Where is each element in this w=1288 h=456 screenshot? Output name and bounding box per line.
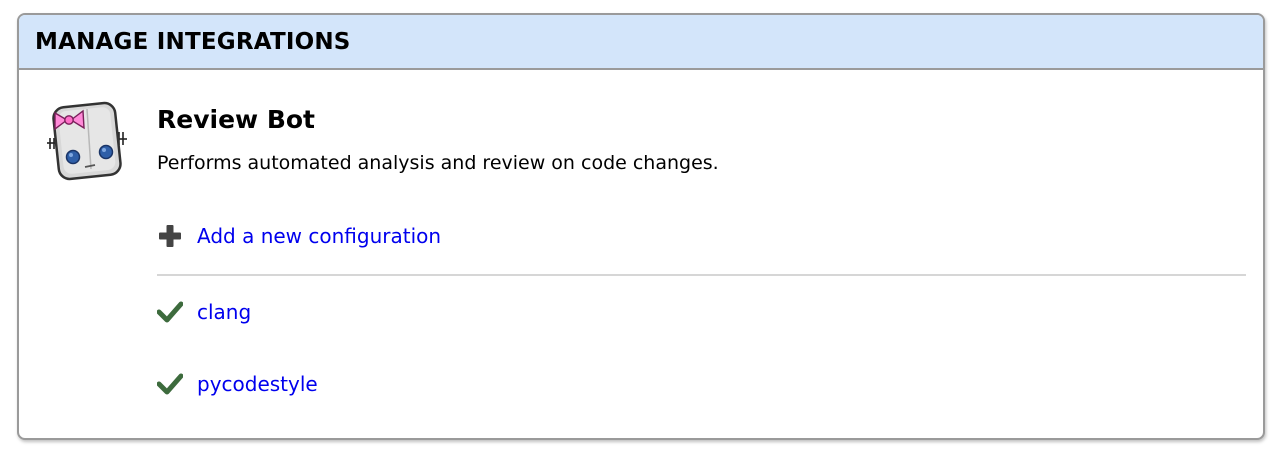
configuration-link-clang[interactable]: clang xyxy=(197,300,251,324)
configuration-item-pycodestyle[interactable]: pycodestyle xyxy=(157,371,318,397)
configuration-link-pycodestyle[interactable]: pycodestyle xyxy=(197,372,318,396)
integration-name: Review Bot xyxy=(157,105,316,134)
configuration-item-clang[interactable]: clang xyxy=(157,299,251,325)
integration-description: Performs automated analysis and review o… xyxy=(157,152,719,174)
manage-integrations-panel: MANAGE INTEGRATIONS Review Bot Performs … xyxy=(17,13,1265,440)
review-bot-robot-icon xyxy=(47,101,127,181)
panel-header: MANAGE INTEGRATIONS xyxy=(19,15,1263,70)
check-icon xyxy=(157,373,183,395)
check-icon xyxy=(157,301,183,323)
plus-icon xyxy=(159,225,181,247)
panel-title: MANAGE INTEGRATIONS xyxy=(35,28,351,55)
divider xyxy=(157,274,1246,276)
add-configuration-link[interactable]: Add a new configuration xyxy=(197,224,441,248)
add-configuration-row[interactable]: Add a new configuration xyxy=(157,223,441,249)
